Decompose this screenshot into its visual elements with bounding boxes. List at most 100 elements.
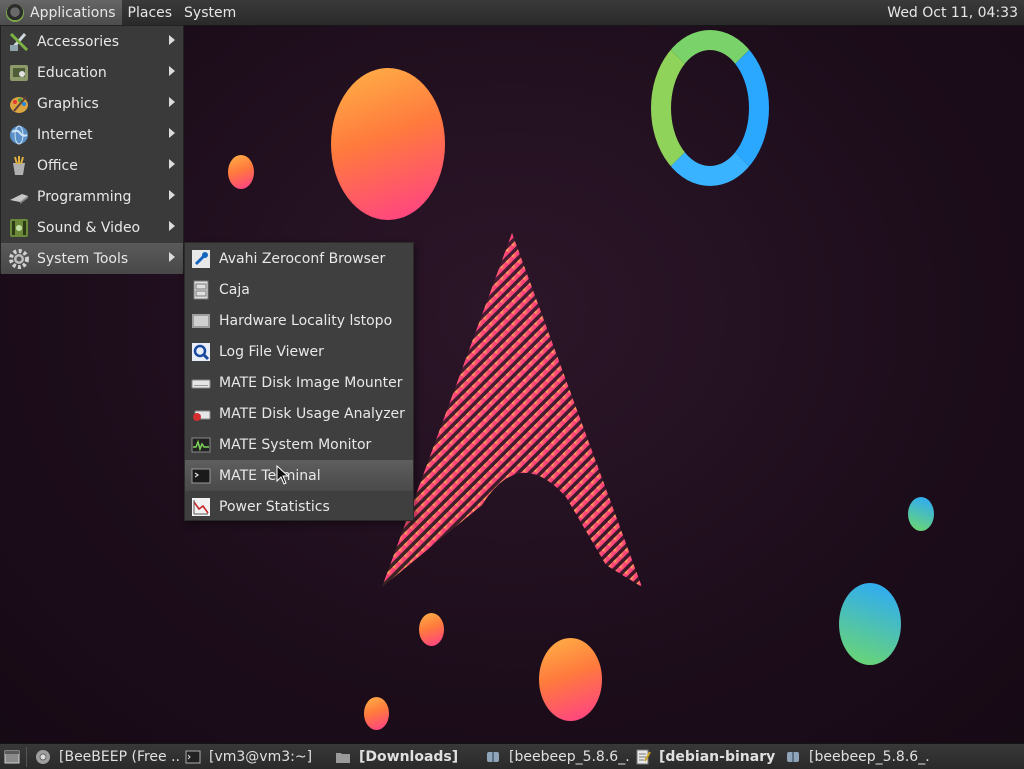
submenu-item-mate-disk-usage-analyzer[interactable]: MATE Disk Usage Analyzer bbox=[185, 398, 413, 429]
menu-item-office[interactable]: Office bbox=[1, 150, 183, 181]
submenu-arrow-icon bbox=[169, 190, 175, 200]
taskbar-item-terminal[interactable]: [vm3@vm3:~] bbox=[181, 744, 331, 769]
taskbar-item-debian-binary[interactable]: [debian-binary (... bbox=[631, 744, 781, 769]
archive-icon bbox=[785, 749, 801, 765]
taskbar-item-label: [beebeep_5.8.6_... bbox=[809, 748, 931, 765]
top-panel: Applications Places System Wed Oct 11, 0… bbox=[0, 0, 1024, 26]
taskbar-item-downloads[interactable]: [Downloads] bbox=[331, 744, 481, 769]
submenu-arrow-icon bbox=[169, 66, 175, 76]
power-statistics-icon bbox=[191, 497, 211, 517]
education-icon bbox=[8, 62, 30, 84]
menu-item-education[interactable]: Education bbox=[1, 57, 183, 88]
log-viewer-magnifier-icon bbox=[191, 342, 211, 362]
office-icon bbox=[8, 155, 30, 177]
applications-menu: Accessories Education Graphics Internet … bbox=[0, 25, 184, 274]
system-tools-submenu: Avahi Zeroconf Browser Caja Hardware Loc… bbox=[184, 242, 414, 521]
terminal-icon bbox=[191, 466, 211, 486]
places-menu-label: Places bbox=[127, 4, 173, 21]
chrome-icon bbox=[35, 749, 51, 765]
archive-icon bbox=[485, 749, 501, 765]
submenu-arrow-icon bbox=[169, 128, 175, 138]
hardware-locality-icon bbox=[191, 311, 211, 331]
taskbar-item-beebeep-archive-2[interactable]: [beebeep_5.8.6_... bbox=[781, 744, 931, 769]
taskbar-item-label: [debian-binary (... bbox=[659, 748, 781, 765]
taskbar-item-label: [Downloads] bbox=[359, 748, 459, 765]
terminal-icon bbox=[185, 749, 201, 765]
clock[interactable]: Wed Oct 11, 04:33 bbox=[881, 5, 1024, 21]
wallpaper-green-dot bbox=[908, 497, 934, 531]
submenu-item-label: MATE Terminal bbox=[219, 467, 321, 484]
wallpaper-orange-circle-large bbox=[331, 68, 445, 220]
show-desktop-icon bbox=[4, 750, 20, 763]
menu-item-graphics[interactable]: Graphics bbox=[1, 88, 183, 119]
system-tools-gear-icon bbox=[8, 248, 30, 270]
submenu-item-label: Hardware Locality lstopo bbox=[219, 312, 393, 329]
taskbar: [BeeBEEP (Free ... [vm3@vm3:~] [Download… bbox=[0, 743, 1024, 769]
wallpaper-ring bbox=[651, 30, 769, 186]
internet-globe-icon bbox=[8, 124, 30, 146]
submenu-item-label: Caja bbox=[219, 281, 250, 298]
submenu-item-avahi-zeroconf-browser[interactable]: Avahi Zeroconf Browser bbox=[185, 243, 413, 274]
applications-menu-button[interactable]: Applications bbox=[0, 0, 122, 25]
submenu-item-mate-disk-image-mounter[interactable]: MATE Disk Image Mounter bbox=[185, 367, 413, 398]
show-desktop-button[interactable] bbox=[0, 744, 24, 769]
menu-item-label: Office bbox=[37, 157, 78, 174]
applications-menu-label: Applications bbox=[30, 4, 116, 21]
submenu-arrow-icon bbox=[169, 252, 175, 262]
menu-item-label: System Tools bbox=[37, 250, 129, 267]
menu-item-label: Accessories bbox=[37, 33, 120, 50]
submenu-item-hardware-locality-lstopo[interactable]: Hardware Locality lstopo bbox=[185, 305, 413, 336]
submenu-item-mate-system-monitor[interactable]: MATE System Monitor bbox=[185, 429, 413, 460]
accessories-icon bbox=[8, 31, 30, 53]
wallpaper-orange-circle-bottom bbox=[539, 638, 602, 721]
taskbar-item-label: [BeeBEEP (Free ... bbox=[59, 748, 181, 765]
submenu-item-caja[interactable]: Caja bbox=[185, 274, 413, 305]
disk-usage-analyzer-icon bbox=[191, 404, 211, 424]
menu-item-label: Graphics bbox=[37, 95, 99, 112]
taskbar-item-beebeep-archive-1[interactable]: [beebeep_5.8.6_... bbox=[481, 744, 631, 769]
menu-item-label: Education bbox=[37, 64, 107, 81]
wallpaper-orange-dot-bottom bbox=[364, 697, 389, 730]
menu-item-sound-video[interactable]: Sound & Video bbox=[1, 212, 183, 243]
submenu-item-label: MATE Disk Image Mounter bbox=[219, 374, 403, 391]
wallpaper-green-circle bbox=[839, 583, 901, 665]
submenu-arrow-icon bbox=[169, 221, 175, 231]
sound-video-icon bbox=[8, 217, 30, 239]
submenu-arrow-icon bbox=[169, 35, 175, 45]
places-menu-button[interactable]: Places bbox=[122, 0, 179, 25]
menu-item-internet[interactable]: Internet bbox=[1, 119, 183, 150]
submenu-item-label: MATE System Monitor bbox=[219, 436, 372, 453]
submenu-item-log-file-viewer[interactable]: Log File Viewer bbox=[185, 336, 413, 367]
submenu-item-label: MATE Disk Usage Analyzer bbox=[219, 405, 405, 422]
submenu-arrow-icon bbox=[169, 159, 175, 169]
menu-item-label: Internet bbox=[37, 126, 93, 143]
taskbar-item-label: [vm3@vm3:~] bbox=[209, 748, 313, 765]
programming-icon bbox=[8, 186, 30, 208]
menu-item-system-tools[interactable]: System Tools bbox=[1, 243, 183, 274]
menu-item-accessories[interactable]: Accessories bbox=[1, 26, 183, 57]
menu-item-label: Sound & Video bbox=[37, 219, 141, 236]
wallpaper-orange-circle-small bbox=[228, 155, 254, 189]
submenu-item-mate-terminal[interactable]: MATE Terminal bbox=[185, 460, 413, 491]
submenu-item-power-statistics[interactable]: Power Statistics bbox=[185, 491, 413, 522]
menu-item-programming[interactable]: Programming bbox=[1, 181, 183, 212]
mouse-cursor-icon bbox=[276, 465, 290, 485]
submenu-arrow-icon bbox=[169, 97, 175, 107]
submenu-item-label: Avahi Zeroconf Browser bbox=[219, 250, 386, 267]
system-monitor-icon bbox=[191, 435, 211, 455]
taskbar-separator bbox=[26, 746, 29, 767]
taskbar-item-label: [beebeep_5.8.6_... bbox=[509, 748, 631, 765]
system-menu-label: System bbox=[184, 4, 237, 21]
system-menu-button[interactable]: System bbox=[178, 0, 242, 25]
graphics-icon bbox=[8, 93, 30, 115]
text-editor-icon bbox=[635, 749, 651, 765]
disk-image-mounter-icon bbox=[191, 373, 211, 393]
taskbar-item-beebeep-browser[interactable]: [BeeBEEP (Free ... bbox=[31, 744, 181, 769]
wallpaper-orange-dot bbox=[419, 613, 444, 646]
avahi-browser-icon bbox=[191, 249, 211, 269]
submenu-item-label: Log File Viewer bbox=[219, 343, 324, 360]
menu-item-label: Programming bbox=[37, 188, 132, 205]
submenu-item-label: Power Statistics bbox=[219, 498, 330, 515]
mate-logo-icon bbox=[6, 3, 24, 22]
caja-file-manager-icon bbox=[191, 280, 211, 300]
